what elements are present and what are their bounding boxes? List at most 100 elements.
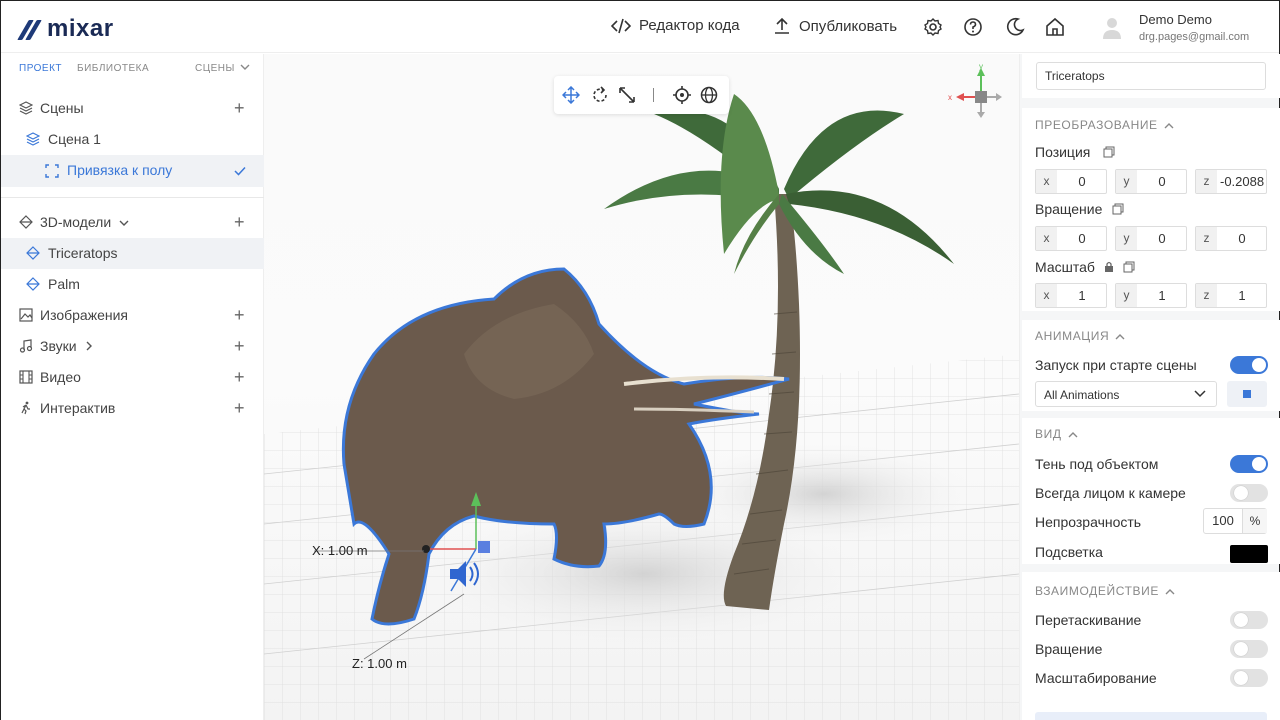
code-editor-button[interactable]: Редактор кода <box>611 17 740 34</box>
rotation-z-value: 0 <box>1238 231 1246 246</box>
copy-icon[interactable] <box>1123 261 1135 273</box>
position-y-field[interactable]: y0 <box>1115 169 1187 194</box>
rotate-label: Вращение <box>1035 641 1103 657</box>
face-camera-label: Всегда лицом к камере <box>1035 485 1186 501</box>
add-video-button[interactable]: + <box>234 367 245 388</box>
transform-header[interactable]: ПРЕОБРАЗОВАНИЕ <box>1035 118 1174 132</box>
help-icon[interactable] <box>963 17 983 37</box>
move-tool-icon[interactable] <box>562 86 580 104</box>
home-icon[interactable] <box>1045 17 1065 37</box>
opacity-input[interactable]: 100 % <box>1203 508 1267 534</box>
palm-shadow <box>674 444 974 544</box>
sidebar-item-video[interactable]: Видео + <box>1 362 264 392</box>
avatar-icon[interactable] <box>1101 16 1123 40</box>
chevron-down-icon <box>1194 390 1206 398</box>
animation-select[interactable]: All Animations <box>1035 381 1217 407</box>
globe-icon[interactable] <box>700 86 718 104</box>
transform-section: ПРЕОБРАЗОВАНИЕ Позиция x0 y0 z -0.2088 Вр… <box>1022 108 1280 311</box>
interaction-header[interactable]: ВЗАИМОДЕЙСТВИЕ <box>1035 584 1175 598</box>
rotation-x-value: 0 <box>1078 231 1086 246</box>
publish-label: Опубликовать <box>799 17 898 35</box>
scale-tool-icon[interactable] <box>618 86 636 104</box>
view-header[interactable]: ВИД <box>1035 427 1078 441</box>
add-image-button[interactable]: + <box>234 305 245 326</box>
sidebar-item-scenes[interactable]: Сцены + <box>1 93 264 123</box>
rotation-y-field[interactable]: y0 <box>1115 226 1187 251</box>
opacity-label: Непрозрачность <box>1035 514 1142 530</box>
scale-z-field[interactable]: z1 <box>1195 283 1267 308</box>
rotation-x-field[interactable]: x0 <box>1035 226 1107 251</box>
scale-y-value: 1 <box>1158 288 1166 303</box>
publish-button[interactable]: Опубликовать <box>773 17 897 35</box>
opacity-value: 100 <box>1212 513 1234 528</box>
highlight-label: Подсветка <box>1035 544 1103 560</box>
sidebar-item-palm[interactable]: Palm <box>1 269 264 299</box>
copy-icon[interactable] <box>1103 146 1115 158</box>
face-camera-toggle[interactable] <box>1230 484 1268 502</box>
sidebar-item-label: Звуки <box>40 338 77 354</box>
upload-icon <box>775 17 789 34</box>
orientation-cube-icon[interactable]: y x <box>948 62 1008 122</box>
cube-icon <box>26 277 40 291</box>
scene-canvas[interactable] <box>264 54 1019 720</box>
copy-icon[interactable] <box>1112 203 1124 215</box>
stop-animation-button[interactable] <box>1227 381 1267 407</box>
left-sidebar: ПРОЕКТ БИБЛИОТЕКА СЦЕНЫ Сцены + Сцена 1 … <box>1 54 264 720</box>
rotate-tool-icon[interactable] <box>591 86 609 104</box>
3d-viewport[interactable]: X: 1.00 m Z: 1.00 m y x <box>264 54 1019 720</box>
highlight-color-swatch[interactable] <box>1230 545 1268 563</box>
sidebar-item-floor-anchor[interactable]: Привязка к полу <box>1 155 264 187</box>
check-icon <box>234 166 246 176</box>
tab-project[interactable]: ПРОЕКТ <box>19 63 62 74</box>
autostart-toggle[interactable] <box>1230 356 1268 374</box>
bottom-action-bar[interactable] <box>1035 712 1267 720</box>
object-name-input[interactable] <box>1036 62 1266 90</box>
cube-icon <box>26 246 40 260</box>
add-sound-button[interactable]: + <box>234 336 245 357</box>
brand-name: mixar <box>47 15 114 42</box>
sidebar-item-label: Изображения <box>40 307 128 323</box>
sidebar-item-images[interactable]: Изображения + <box>1 300 264 330</box>
shadow-label: Тень под объектом <box>1035 456 1159 472</box>
image-icon <box>19 308 33 322</box>
rotate-toggle[interactable] <box>1230 640 1268 658</box>
position-y-value: 0 <box>1158 174 1166 189</box>
tab-scenes[interactable]: СЦЕНЫ <box>195 63 250 74</box>
local-pivot-icon[interactable] <box>673 86 691 104</box>
add-model-button[interactable]: + <box>234 212 245 233</box>
z-axis-label: Z: 1.00 m <box>352 656 407 671</box>
dark-mode-icon[interactable] <box>1005 17 1025 37</box>
scale-y-field[interactable]: y1 <box>1115 283 1187 308</box>
add-scene-button[interactable]: + <box>234 98 245 119</box>
sidebar-item-triceratops[interactable]: Triceratops <box>1 238 264 269</box>
rotation-z-field[interactable]: z0 <box>1195 226 1267 251</box>
scaling-toggle[interactable] <box>1230 669 1268 687</box>
animation-select-value: All Animations <box>1044 388 1120 402</box>
tab-library[interactable]: БИБЛИОТЕКА <box>77 63 149 74</box>
properties-panel: ПРЕОБРАЗОВАНИЕ Позиция x0 y0 z-0.2088 Вр… <box>1019 54 1280 720</box>
chevron-down-icon <box>119 220 129 226</box>
shadow-toggle[interactable] <box>1230 455 1268 473</box>
sidebar-item-interactive[interactable]: Интерактив + <box>1 393 264 423</box>
settings-icon[interactable] <box>923 17 943 37</box>
toolbar-divider <box>653 88 654 102</box>
add-interactive-button[interactable]: + <box>234 398 245 419</box>
position-z-field[interactable]: z -0.2088 <box>1195 169 1267 194</box>
cube-icon <box>19 215 33 229</box>
user-name: Demo Demo <box>1139 12 1212 27</box>
animation-header[interactable]: АНИМАЦИЯ <box>1035 329 1125 343</box>
sidebar-item-label: Сцены <box>40 100 84 116</box>
code-icon <box>611 18 631 33</box>
mixar-logo[interactable]: mixar <box>17 15 114 43</box>
sidebar-item-3d-models[interactable]: 3D-модели + <box>1 207 264 237</box>
sidebar-item-label: Интерактив <box>40 400 116 416</box>
sidebar-item-scene-1[interactable]: Сцена 1 <box>1 124 264 154</box>
sidebar-item-sounds[interactable]: Звуки + <box>1 331 264 361</box>
chevron-up-icon <box>1068 431 1078 437</box>
scale-z-value: 1 <box>1238 288 1246 303</box>
lock-icon[interactable] <box>1103 261 1115 273</box>
scale-x-field[interactable]: x1 <box>1035 283 1107 308</box>
drag-toggle[interactable] <box>1230 611 1268 629</box>
view-title: ВИД <box>1035 427 1062 441</box>
position-x-field[interactable]: x0 <box>1035 169 1107 194</box>
